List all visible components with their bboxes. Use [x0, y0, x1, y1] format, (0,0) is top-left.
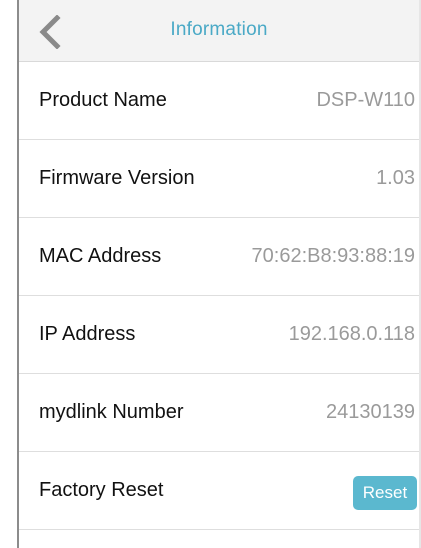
row-value: 70:62:B8:93:88:19: [251, 245, 415, 267]
list-item-factory-reset: Factory Reset Reset: [19, 452, 419, 530]
row-value: 24130139: [326, 401, 415, 423]
row-value: DSP-W110: [316, 89, 415, 111]
list-item-product-name: Product Name DSP-W110: [19, 62, 419, 140]
list-item-mac-address: MAC Address 70:62:B8:93:88:19: [19, 218, 419, 296]
information-screen: Information Product Name DSP-W110 Firmwa…: [0, 0, 421, 548]
row-label: Factory Reset: [39, 479, 164, 501]
row-value: 192.168.0.118: [288, 323, 415, 345]
row-label: Product Name: [39, 89, 167, 111]
list-item-ip-address: IP Address 192.168.0.118: [19, 296, 419, 374]
row-label: Firmware Version: [39, 167, 195, 189]
nav-header: Information: [19, 0, 419, 62]
list-item-mydlink-number: mydlink Number 24130139: [19, 374, 419, 452]
reset-button[interactable]: Reset: [353, 476, 417, 510]
row-label: mydlink Number: [39, 401, 184, 423]
row-label: IP Address: [39, 323, 136, 345]
page-title: Information: [170, 19, 268, 40]
row-value: 1.03: [376, 167, 415, 189]
row-label: MAC Address: [39, 245, 162, 267]
list-item-firmware-version: Firmware Version 1.03: [19, 140, 419, 218]
info-list: Product Name DSP-W110 Firmware Version 1…: [19, 62, 419, 530]
